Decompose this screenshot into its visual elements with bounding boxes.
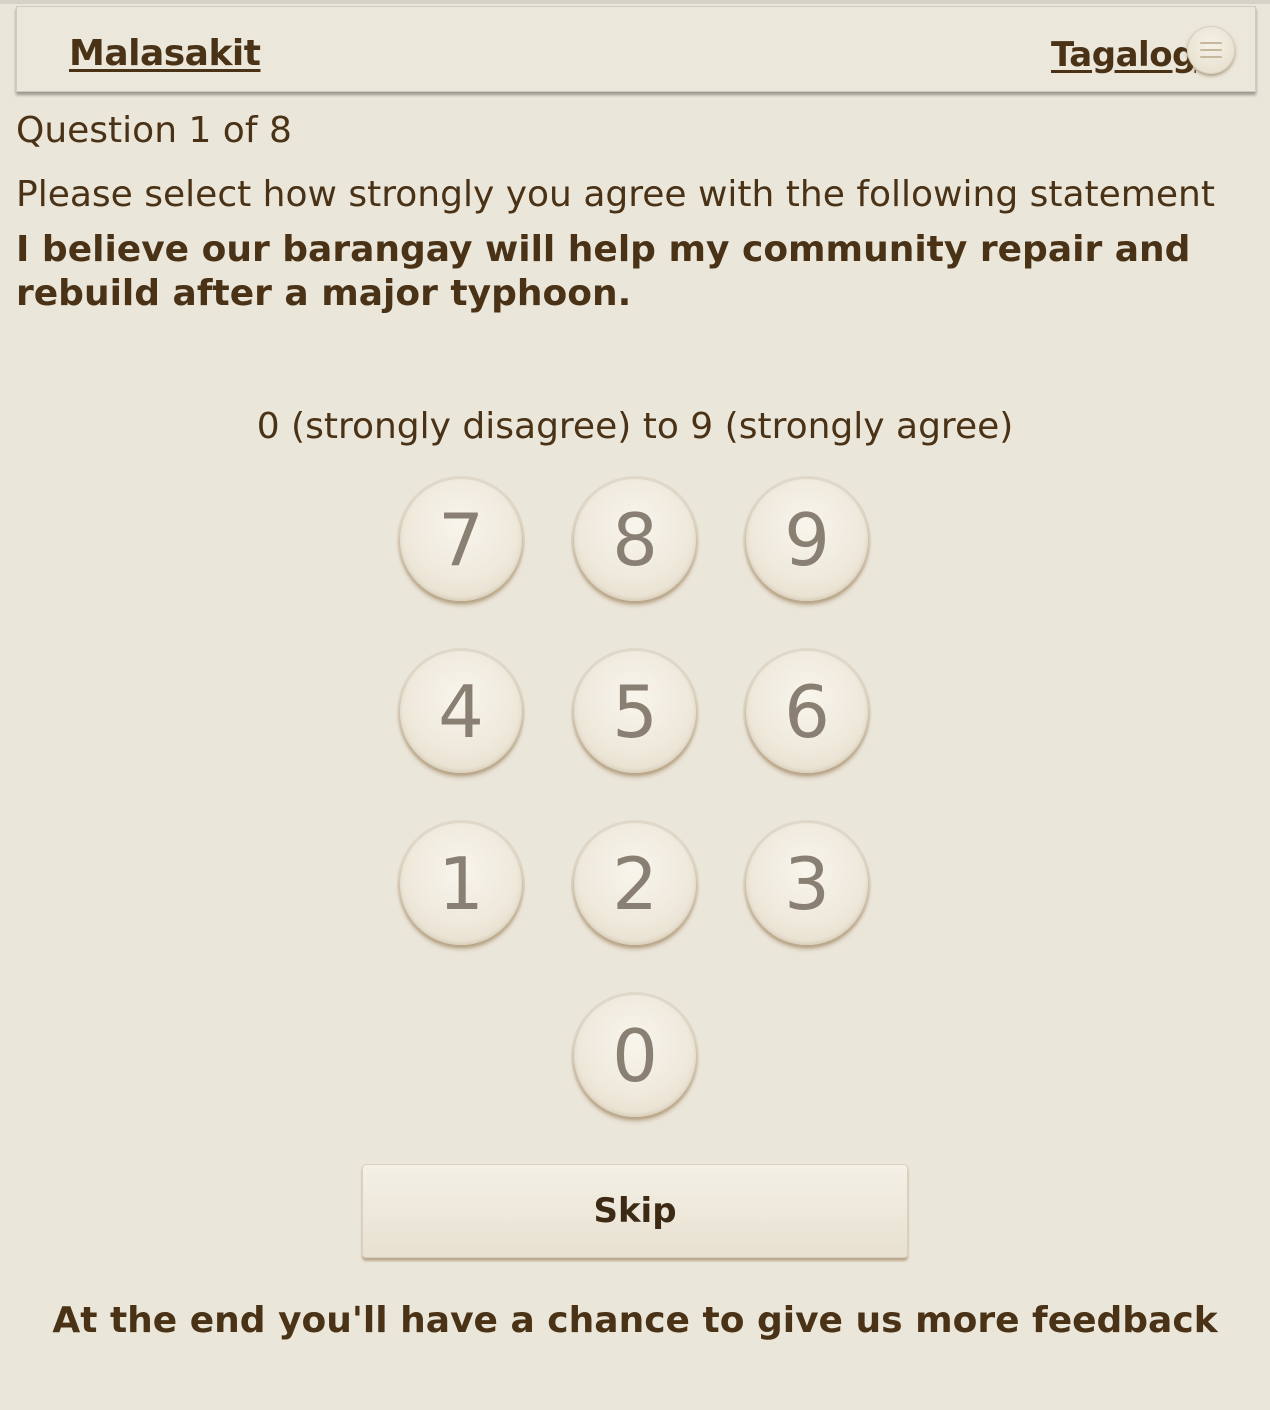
menu-line — [1200, 49, 1222, 51]
top-border — [0, 0, 1270, 4]
keypad-button-9[interactable]: 9 — [746, 479, 868, 601]
question-instruction: Please select how strongly you agree wit… — [16, 174, 1215, 215]
menu-line — [1200, 42, 1222, 44]
brand-link[interactable]: Malasakit — [69, 33, 261, 74]
question-counter: Question 1 of 8 — [16, 110, 292, 151]
scale-label: 0 (strongly disagree) to 9 (strongly agr… — [256, 406, 1014, 447]
skip-button[interactable]: Skip — [362, 1164, 908, 1258]
keypad-button-1[interactable]: 1 — [400, 823, 522, 945]
menu-icon[interactable] — [1187, 26, 1235, 74]
menu-line — [1200, 56, 1222, 58]
keypad-button-7[interactable]: 7 — [400, 479, 522, 601]
keypad-button-3[interactable]: 3 — [746, 823, 868, 945]
keypad-button-8[interactable]: 8 — [574, 479, 696, 601]
keypad-button-4[interactable]: 4 — [400, 651, 522, 773]
keypad-button-6[interactable]: 6 — [746, 651, 868, 773]
footer-note: At the end you'll have a chance to give … — [52, 1300, 1218, 1341]
keypad-button-2[interactable]: 2 — [574, 823, 696, 945]
app-header: Malasakit Tagalog — [16, 6, 1256, 92]
language-link[interactable]: Tagalog — [1051, 35, 1196, 75]
keypad-button-5[interactable]: 5 — [574, 651, 696, 773]
keypad-button-0[interactable]: 0 — [574, 995, 696, 1117]
question-statement: I believe our barangay will help my comm… — [16, 229, 1191, 314]
